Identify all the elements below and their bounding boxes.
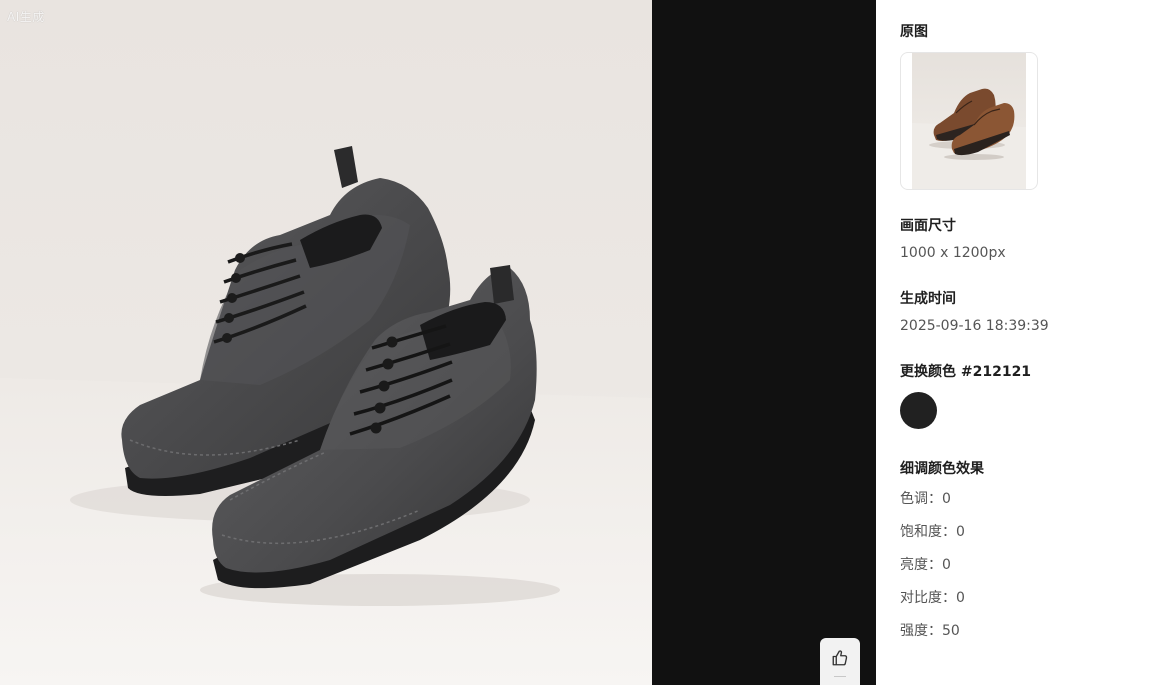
adjust-row-brightness: 亮度：0 [900, 557, 951, 573]
color-swatch[interactable] [900, 392, 937, 429]
adjust-label: 强度 [900, 623, 928, 639]
adjust-row-saturation: 饱和度：0 [900, 524, 965, 540]
adjust-label: 饱和度 [900, 524, 942, 540]
thumbs-up-icon [832, 650, 848, 666]
fine-tune-title: 细调颜色效果 [900, 461, 984, 477]
adjust-value: 0 [942, 557, 951, 573]
adjust-value: 0 [956, 524, 965, 540]
canvas-size-title: 画面尺寸 [900, 218, 956, 234]
like-button[interactable] [820, 638, 860, 685]
adjust-label: 对比度 [900, 590, 942, 606]
replace-color-hex: #212121 [960, 364, 1032, 380]
adjust-value: 0 [942, 491, 951, 507]
canvas-size-value: 1000 x 1200px [900, 245, 1006, 261]
adjust-value: 50 [942, 623, 960, 639]
adjust-label: 亮度 [900, 557, 928, 573]
replace-color-heading: 更换颜色 #212121 [900, 361, 1031, 381]
info-panel: 原图 画面尺寸 1000 x 1200px 生成时间 2025-09-16 18… [876, 0, 1166, 685]
adjust-row-hue: 色调：0 [900, 491, 951, 507]
replace-color-title: 更换颜色 [900, 364, 956, 380]
adjust-row-contrast: 对比度：0 [900, 590, 965, 606]
original-thumbnail[interactable] [900, 52, 1038, 190]
ai-generated-badge: AI生成 [7, 10, 45, 24]
adjust-row-intensity: 强度：50 [900, 623, 960, 639]
generated-time-value: 2025-09-16 18:39:39 [900, 318, 1049, 334]
app-root: AI生成 原图 画面尺寸 1000 x 1200px 生成时间 2025-09-… [0, 0, 1166, 685]
adjust-label: 色调 [900, 491, 928, 507]
generated-image[interactable]: AI生成 [0, 0, 652, 685]
original-shoe-image [912, 53, 1026, 189]
generated-time-title: 生成时间 [900, 291, 956, 307]
like-divider [834, 676, 846, 677]
adjust-value: 0 [956, 590, 965, 606]
original-title: 原图 [900, 24, 928, 40]
preview-area: AI生成 [0, 0, 876, 685]
generated-shoe-photo [0, 0, 652, 685]
